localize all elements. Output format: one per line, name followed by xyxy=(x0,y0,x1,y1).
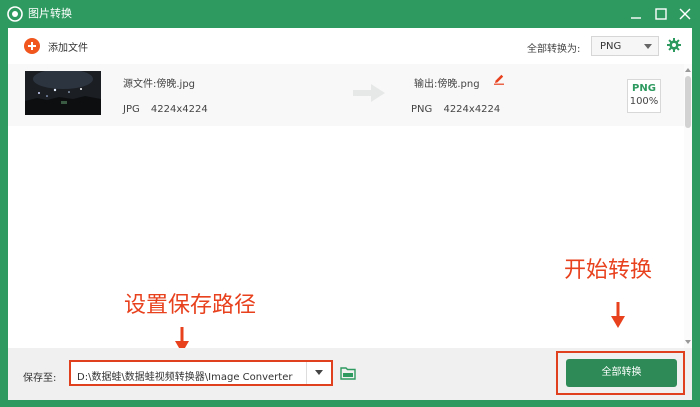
output-dimensions: 4224x4224 xyxy=(443,104,501,115)
annotation-set-path: 设置保存路径 xyxy=(124,293,257,318)
badge-format: PNG xyxy=(632,83,656,94)
add-file-label: 添加文件 xyxy=(48,42,88,54)
save-to-label: 保存至: xyxy=(23,373,57,384)
scroll-thumb[interactable] xyxy=(685,76,691,128)
progress-percent: 100% xyxy=(629,96,659,107)
close-icon[interactable] xyxy=(676,5,694,23)
convert-all-button[interactable]: 全部转换 xyxy=(566,359,677,387)
format-select[interactable]: PNG xyxy=(591,36,659,56)
chevron-down-icon xyxy=(315,370,323,375)
source-format: JPG xyxy=(123,104,140,115)
scroll-up-icon[interactable] xyxy=(685,68,691,72)
folder-icon[interactable] xyxy=(340,366,356,380)
output-format: PNG xyxy=(411,104,433,115)
file-row: 源文件:傍晚.jpg JPG 4224x4224 输出:傍晚.png PNG 4… xyxy=(8,64,684,126)
add-file-button[interactable]: 添加文件 xyxy=(24,37,88,55)
annotation-start-convert: 开始转换 xyxy=(564,258,653,283)
source-file-info: JPG 4224x4224 xyxy=(123,104,216,115)
progress-badge: PNG 100% xyxy=(627,79,661,113)
scrollbar[interactable] xyxy=(684,64,692,348)
main-window: 添加文件 全部转换为: PNG 源文件:傍晚.jpg JPG 4224x4224… xyxy=(8,28,692,400)
window-title: 图片转换 xyxy=(28,7,72,20)
minimize-icon[interactable] xyxy=(627,5,645,23)
save-path-select[interactable]: D:\数据蛙\数据蛙视频转换器\Image Converter xyxy=(69,360,333,386)
footer-bar: 保存至: D:\数据蛙\数据蛙视频转换器\Image Converter 全部转… xyxy=(8,348,692,400)
source-dimensions: 4224x4224 xyxy=(150,104,208,115)
chevron-down-icon xyxy=(644,44,652,49)
output-file-name: 输出:傍晚.png xyxy=(414,79,480,90)
scroll-down-icon[interactable] xyxy=(685,340,691,344)
app-logo-icon xyxy=(7,6,23,22)
convert-all-label: 全部转换为: xyxy=(527,44,581,55)
source-file-name: 源文件:傍晚.jpg xyxy=(123,79,196,90)
image-thumbnail xyxy=(25,71,101,115)
save-path-dropdown-button[interactable] xyxy=(306,362,331,384)
title-bar: 图片转换 xyxy=(0,0,700,28)
gear-icon[interactable] xyxy=(667,38,681,52)
output-file-info: PNG 4224x4224 xyxy=(411,104,508,115)
format-select-value: PNG xyxy=(600,41,622,52)
plus-icon xyxy=(24,38,40,54)
arrow-right-icon xyxy=(353,84,385,102)
red-down-arrow-icon xyxy=(611,302,625,328)
pencil-icon[interactable] xyxy=(493,73,505,85)
maximize-icon[interactable] xyxy=(652,5,670,23)
toolbar: 添加文件 全部转换为: PNG xyxy=(8,28,692,64)
save-path-value: D:\数据蛙\数据蛙视频转换器\Image Converter xyxy=(77,372,293,383)
